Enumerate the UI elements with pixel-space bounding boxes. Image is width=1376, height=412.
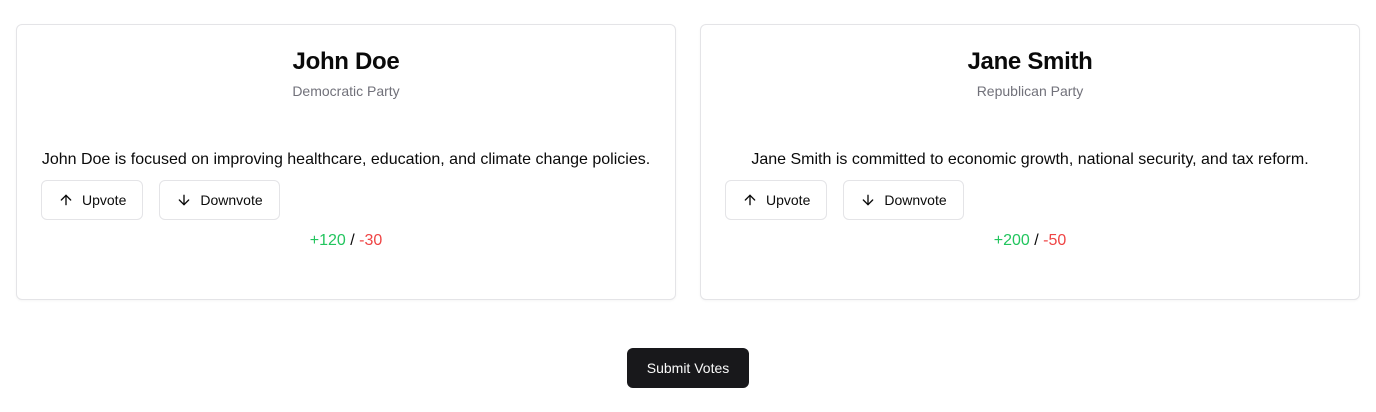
candidate-name: Jane Smith: [967, 48, 1093, 75]
vote-actions: Upvote Downvote: [725, 180, 1335, 220]
candidate-party: Republican Party: [976, 83, 1084, 99]
vote-tally: +120 / -30: [41, 231, 651, 251]
candidate-party: Democratic Party: [292, 83, 400, 99]
card-body: John Doe is focused on improving healthc…: [41, 148, 651, 251]
submit-votes-button[interactable]: Submit Votes: [627, 348, 749, 388]
candidate-cards: John Doe Democratic Party John Doe is fo…: [16, 24, 1360, 300]
vote-tally: +200 / -50: [725, 231, 1335, 251]
vote-actions: Upvote Downvote: [41, 180, 651, 220]
arrow-down-icon: [863, 194, 874, 206]
upvote-label: Upvote: [766, 192, 811, 208]
arrow-up-icon: [60, 194, 72, 206]
arrow-down-icon: [179, 194, 190, 206]
candidate-card-john-doe: John Doe Democratic Party John Doe is fo…: [16, 24, 676, 300]
downvote-label: Downvote: [200, 192, 263, 208]
arrow-up-icon: [744, 194, 756, 206]
downvote-button[interactable]: Downvote: [159, 180, 280, 220]
tally-separator: /: [350, 232, 355, 249]
candidate-card-jane-smith: Jane Smith Republican Party Jane Smith i…: [700, 24, 1360, 300]
upvote-label: Upvote: [82, 192, 127, 208]
upvote-count: +200: [993, 232, 1030, 249]
card-header: Jane Smith Republican Party: [701, 47, 1359, 100]
tally-separator: /: [1034, 232, 1039, 249]
downvote-button[interactable]: Downvote: [843, 180, 964, 220]
card-body: Jane Smith is committed to economic grow…: [725, 148, 1335, 251]
upvote-count: +120: [309, 232, 346, 249]
page: John Doe Democratic Party John Doe is fo…: [0, 0, 1376, 412]
downvote-count: -30: [359, 232, 383, 249]
candidate-description: Jane Smith is committed to economic grow…: [751, 151, 1309, 168]
downvote-count: -50: [1043, 232, 1067, 249]
candidate-name: John Doe: [292, 48, 400, 75]
upvote-button[interactable]: Upvote: [725, 180, 828, 220]
upvote-button[interactable]: Upvote: [41, 180, 144, 220]
candidate-description: John Doe is focused on improving healthc…: [41, 151, 651, 168]
card-header: John Doe Democratic Party: [17, 47, 675, 100]
downvote-label: Downvote: [884, 192, 947, 208]
